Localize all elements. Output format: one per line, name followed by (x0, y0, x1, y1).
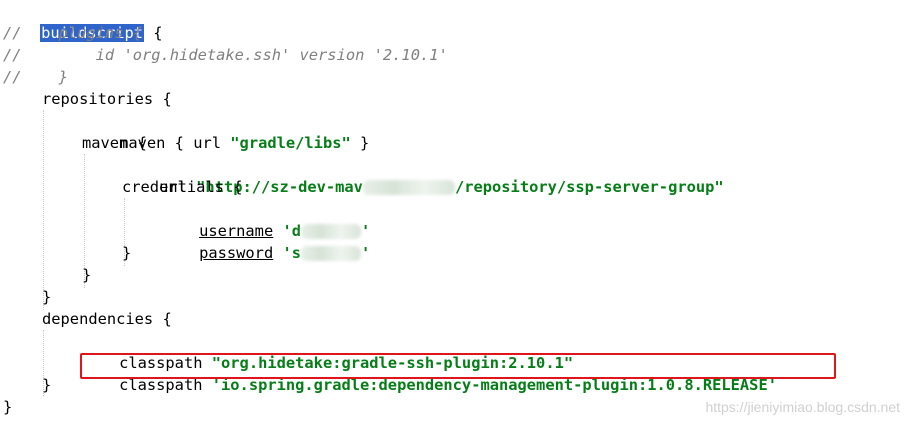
code-line-11: password 's ' (199, 244, 371, 262)
code-editor[interactable]: buildscript { // plugins { // id 'org.hi… (0, 0, 910, 425)
redacted-blur (362, 180, 455, 195)
code-line-19: } (3, 398, 13, 416)
code-line-2: // plugins { (3, 24, 142, 42)
code-line-13: } (82, 266, 92, 284)
indent-guide (43, 110, 44, 310)
code-line-6: maven { url "gradle/libs" } (119, 134, 370, 152)
code-line-16: classpath "org.hidetake:gradle-ssh-plugi… (119, 354, 574, 372)
code-line-3: // id 'org.hidetake.ssh' version '2.10.1… (3, 46, 448, 64)
code-line-10: username 'd ' (199, 222, 371, 240)
code-line-12: } (122, 244, 132, 262)
code-line-15: dependencies { (42, 310, 172, 328)
code-line-9: credentials { (122, 178, 243, 196)
code-line-14: } (42, 288, 52, 306)
watermark: https://jieniyimiao.blog.csdn.net (705, 399, 900, 415)
redacted-blur (301, 246, 362, 261)
code-line-1: buildscript { (40, 24, 163, 42)
code-line-4: // } (3, 68, 68, 86)
code-line-7: maven { (82, 134, 147, 152)
code-line-18: } (42, 376, 52, 394)
highlight-box (80, 353, 836, 379)
code-line-8: url "http://sz-dev-mav/repository/ssp-se… (159, 178, 724, 196)
code-line-5: repositories { (42, 90, 172, 108)
